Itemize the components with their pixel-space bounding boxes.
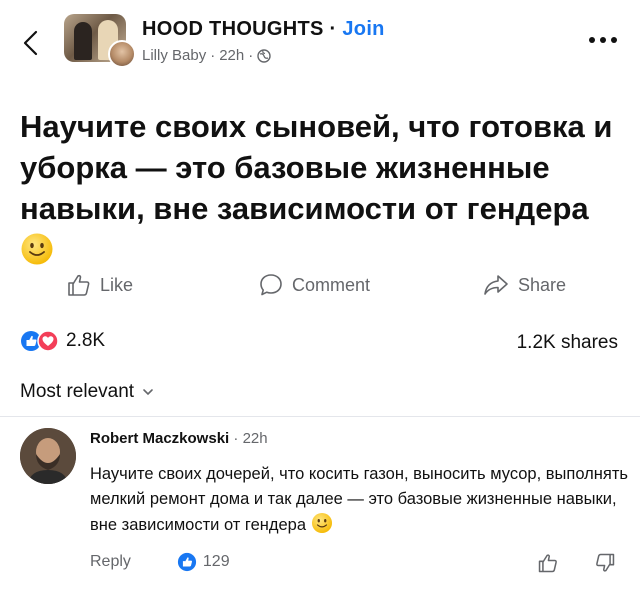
divider: [0, 416, 640, 417]
like-reaction-icon: [177, 552, 196, 572]
group-title-line: HOOD THOUGHTS · Join: [142, 18, 385, 41]
commenter-name[interactable]: Robert Maczkowski: [90, 430, 229, 447]
meta-separator: ·: [210, 47, 216, 64]
author-avatar[interactable]: [108, 40, 136, 68]
comment-text: Научите своих дочерей, что косить газон,…: [90, 462, 630, 538]
comment-time[interactable]: 22h: [243, 430, 268, 447]
comment-header: Robert Maczkowski · 22h: [90, 430, 268, 447]
post-text: Научите своих сыновей, что готовка и убо…: [20, 106, 630, 270]
thumbs-up-icon: [68, 274, 90, 296]
share-label: Share: [518, 274, 567, 295]
commenter-photo: [20, 428, 76, 484]
globe-icon: [257, 48, 271, 63]
post-meta: Lilly Baby · 22h ·: [142, 47, 271, 64]
reply-button[interactable]: Reply: [90, 553, 131, 571]
thumbs-up-icon[interactable]: [537, 552, 559, 574]
smiling-face-emoji-icon: [21, 233, 53, 265]
comment-time-separator: ·: [233, 430, 239, 447]
group-name[interactable]: HOOD THOUGHTS: [142, 18, 324, 40]
chevron-down-icon: [143, 389, 153, 396]
post-body: Научите своих сыновей, что готовка и убо…: [20, 109, 613, 226]
comment-actions: Reply 129: [90, 552, 230, 572]
like-button[interactable]: Like: [66, 272, 133, 298]
shares-count[interactable]: 1.2K shares: [517, 332, 618, 354]
post-action-bar: Like Comment Share: [0, 272, 640, 300]
title-separator: ·: [323, 18, 343, 40]
reactions-count: 2.8K: [66, 330, 106, 351]
smiling-face-emoji-icon: [311, 512, 332, 534]
join-button[interactable]: Join: [342, 18, 384, 40]
comment-label: Comment: [292, 274, 371, 295]
comment-bubble-icon: [260, 274, 282, 296]
post-time[interactable]: 22h: [219, 47, 244, 64]
reaction-icons: [21, 330, 59, 352]
share-button[interactable]: Share: [482, 272, 566, 298]
author-name[interactable]: Lilly Baby: [142, 47, 206, 64]
comment-like-count[interactable]: 129: [203, 553, 230, 571]
back-chevron-icon[interactable]: [22, 30, 40, 56]
like-label: Like: [100, 274, 134, 295]
meta-separator-2: ·: [248, 47, 254, 64]
comment-button[interactable]: Comment: [258, 272, 370, 298]
thumbs-down-icon[interactable]: [594, 552, 616, 574]
commenter-avatar[interactable]: [20, 428, 76, 484]
share-arrow-icon: [484, 275, 508, 295]
comment-sort-dropdown[interactable]: Most relevant: [20, 381, 154, 403]
more-options-icon[interactable]: [588, 36, 618, 44]
comment-body: Научите своих дочерей, что косить газон,…: [90, 465, 628, 534]
sort-label: Most relevant: [20, 381, 135, 402]
reactions-summary[interactable]: 2.8K: [20, 330, 105, 352]
